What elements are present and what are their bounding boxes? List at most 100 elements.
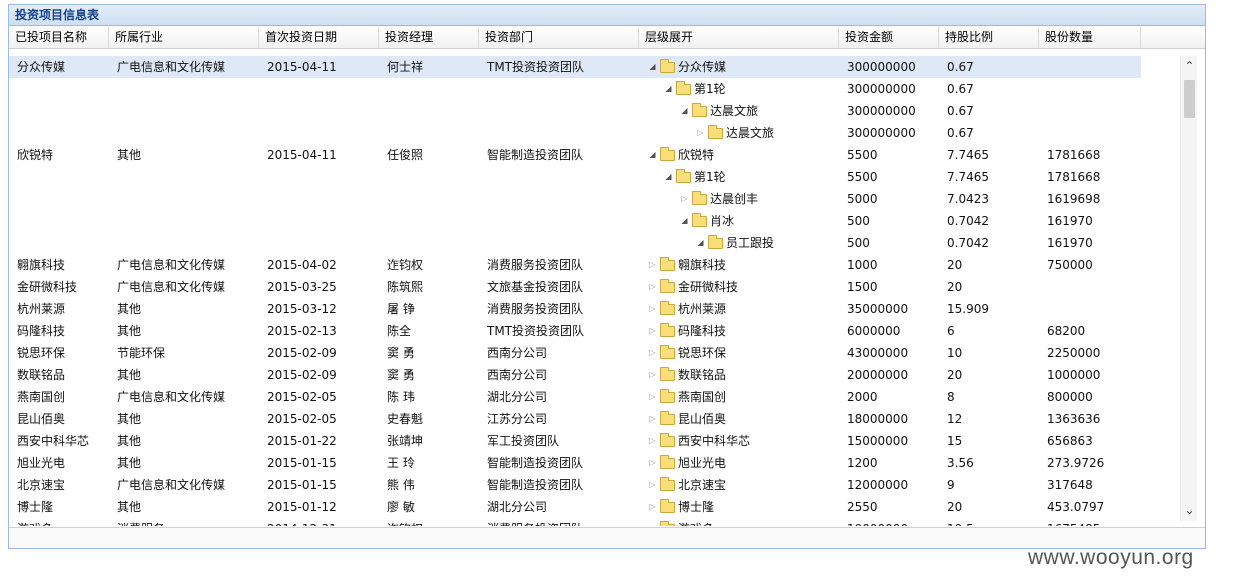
cell-department: 湖北分公司 [487,390,548,404]
collapse-arrow-icon[interactable]: ◢ [679,210,690,232]
cell-date [259,166,267,188]
tree-node-label[interactable]: 西安中科华芯 [678,430,750,452]
expand-arrow-icon[interactable]: ▷ [647,342,658,364]
tree-node-label[interactable]: 分众传媒 [678,56,726,78]
expand-arrow-icon[interactable]: ▷ [647,408,658,430]
expand-arrow-icon[interactable]: ▷ [647,474,658,496]
vertical-scrollbar[interactable]: ⌃ ⌄ [1180,56,1197,521]
expand-arrow-icon[interactable]: ▷ [695,122,706,144]
cell-date: 2015-02-13 [267,324,337,338]
expand-arrow-icon[interactable]: ▷ [647,364,658,386]
collapse-arrow-icon[interactable]: ◢ [663,78,674,100]
column-header-hierarchy[interactable]: 层级展开 [639,27,839,49]
tree-node-label[interactable]: 员工跟投 [726,232,774,254]
cell-date: 2015-03-12 [267,302,337,316]
tree-node-label[interactable]: 北京速宝 [678,474,726,496]
cell-industry [109,78,117,100]
collapse-arrow-icon[interactable]: ◢ [679,100,690,122]
tree-node-label[interactable]: 燕南国创 [678,386,726,408]
cell-department: 军工投资团队 [487,434,560,448]
column-header-project-name[interactable]: 已投项目名称 [9,27,109,49]
expand-arrow-icon[interactable]: ▷ [647,430,658,452]
scroll-up-icon[interactable]: ⌃ [1181,58,1198,75]
column-header-amount[interactable]: 投资金额 [839,27,939,49]
table-row[interactable]: ◢ 肖冰 500 0.7042 161970 [9,210,1141,232]
table-row[interactable]: ▷ 达晨文旅 300000000 0.67 [9,122,1141,144]
table-row[interactable]: 游戏多 消费服务 2014-12-31 迮钧权 消费服务投资团队 ▷ 游戏多 19000000… [9,518,1141,526]
table-row[interactable]: 昆山佰奥 其他 2015-02-05 史春魁 江苏分公司 ▷ 昆山佰奥 18000000 12 1… [9,408,1141,430]
cell-industry [109,100,117,122]
expand-arrow-icon[interactable]: ▷ [647,276,658,298]
cell-hierarchy: ▷ 北京速宝 [639,474,726,496]
column-header-ratio[interactable]: 持股比例 [939,27,1039,49]
table-row[interactable]: 西安中科华芯 其他 2015-01-22 张靖坤 军工投资团队 ▷ 西安中科华芯 150000… [9,430,1141,452]
collapse-arrow-icon[interactable]: ◢ [647,144,658,166]
expand-arrow-icon[interactable]: ▷ [647,320,658,342]
folder-icon [660,58,675,73]
tree-node-label[interactable]: 翱旗科技 [678,254,726,276]
expand-arrow-icon[interactable]: ▷ [647,518,658,526]
tree-node-label[interactable]: 游戏多 [678,518,714,526]
cell-amount: 300000000 [847,104,916,118]
cell-manager: 陈全 [387,324,412,338]
table-row[interactable]: ▷ 达晨创丰 5000 7.0423 1619698 [9,188,1141,210]
table-row[interactable]: 分众传媒 广电信息和文化传媒 2015-04-11 何士祥 TMT投资投资团队 ◢ 分众传媒… [9,56,1141,78]
tree-node-label[interactable]: 欣锐特 [678,144,714,166]
expand-arrow-icon[interactable]: ▷ [647,452,658,474]
tree-node-label[interactable]: 数联铭品 [678,364,726,386]
folder-icon [660,256,675,271]
cell-hierarchy: ▷ 码隆科技 [639,320,726,342]
table-row[interactable]: 燕南国创 广电信息和文化传媒 2015-02-05 陈 玮 湖北分公司 ▷ 燕南国创 2000… [9,386,1141,408]
tree-node-label[interactable]: 锐思环保 [678,342,726,364]
table-row[interactable]: 北京速宝 广电信息和文化传媒 2015-01-15 熊 伟 智能制造投资团队 ▷ 北京速宝 1… [9,474,1141,496]
tree-node-label[interactable]: 金研微科技 [678,276,738,298]
tree-node-label[interactable]: 昆山佰奥 [678,408,726,430]
table-row[interactable]: 数联铭品 其他 2015-02-09 窦 勇 西南分公司 ▷ 数联铭品 20000000 20 1… [9,364,1141,386]
column-header-department[interactable]: 投资部门 [479,27,639,49]
collapse-arrow-icon[interactable]: ◢ [695,232,706,254]
cell-department: 西南分公司 [487,368,548,382]
scroll-thumb[interactable] [1184,80,1195,118]
table-row[interactable]: 欣锐特 其他 2015-04-11 任俊照 智能制造投资团队 ◢ 欣锐特 5500 7.7465… [9,144,1141,166]
collapse-arrow-icon[interactable]: ◢ [647,56,658,78]
tree-node-label[interactable]: 第1轮 [694,166,726,188]
cell-shares: 161970 [1047,236,1093,250]
table-row[interactable]: 锐思环保 节能环保 2015-02-09 窦 勇 西南分公司 ▷ 锐思环保 43000000 1… [9,342,1141,364]
tree-node-label[interactable]: 码隆科技 [678,320,726,342]
table-row[interactable]: ◢ 员工跟投 500 0.7042 161970 [9,232,1141,254]
column-header-first-invest-date[interactable]: 首次投资日期 [259,27,379,49]
scroll-down-icon[interactable]: ⌄ [1181,502,1198,519]
cell-shares [1039,122,1047,144]
expand-arrow-icon[interactable]: ▷ [647,254,658,276]
tree-node-label[interactable]: 第1轮 [694,78,726,100]
table-row[interactable]: ◢ 达晨文旅 300000000 0.67 [9,100,1141,122]
expand-arrow-icon[interactable]: ▷ [647,496,658,518]
tree-node-label[interactable]: 达晨创丰 [710,188,758,210]
tree-node-label[interactable]: 达晨文旅 [726,122,774,144]
tree-node-label[interactable]: 杭州莱源 [678,298,726,320]
table-row[interactable]: 博士隆 其他 2015-01-12 廖 敏 湖北分公司 ▷ 博士隆 2550 20 453.079… [9,496,1141,518]
table-row[interactable]: 金研微科技 广电信息和文化传媒 2015-03-25 陈筑熙 文旅基金投资团队 ▷ 金研微科… [9,276,1141,298]
expand-arrow-icon[interactable]: ▷ [679,188,690,210]
column-header-manager[interactable]: 投资经理 [379,27,479,49]
folder-icon [660,366,675,381]
table-row[interactable]: 翱旗科技 广电信息和文化传媒 2015-04-02 迮钧权 消费服务投资团队 ▷ 翱旗科技 1… [9,254,1141,276]
table-row[interactable]: 杭州莱源 其他 2015-03-12 屠 铮 消费服务投资团队 ▷ 杭州莱源 35000000… [9,298,1141,320]
horizontal-scrollbar[interactable] [9,527,1205,548]
column-header-shares[interactable]: 股份数量 [1039,27,1141,49]
tree-node-label[interactable]: 博士隆 [678,496,714,518]
cell-amount: 5000 [847,192,878,206]
tree-node-label[interactable]: 肖冰 [710,210,734,232]
column-header-industry[interactable]: 所属行业 [109,27,259,49]
cell-project-name: 金研微科技 [17,280,78,294]
tree-node-label[interactable]: 达晨文旅 [710,100,758,122]
expand-arrow-icon[interactable]: ▷ [647,386,658,408]
table-row[interactable]: 码隆科技 其他 2015-02-13 陈全 TMT投资投资团队 ▷ 码隆科技 6000000 6… [9,320,1141,342]
table-row[interactable]: 旭业光电 其他 2015-01-15 王 玲 智能制造投资团队 ▷ 旭业光电 1200 3.56… [9,452,1141,474]
tree-node-label[interactable]: 旭业光电 [678,452,726,474]
table-row[interactable]: ◢ 第1轮 5500 7.7465 1781668 [9,166,1141,188]
table-row[interactable]: ◢ 第1轮 300000000 0.67 [9,78,1141,100]
collapse-arrow-icon[interactable]: ◢ [663,166,674,188]
folder-icon [660,432,675,447]
expand-arrow-icon[interactable]: ▷ [647,298,658,320]
